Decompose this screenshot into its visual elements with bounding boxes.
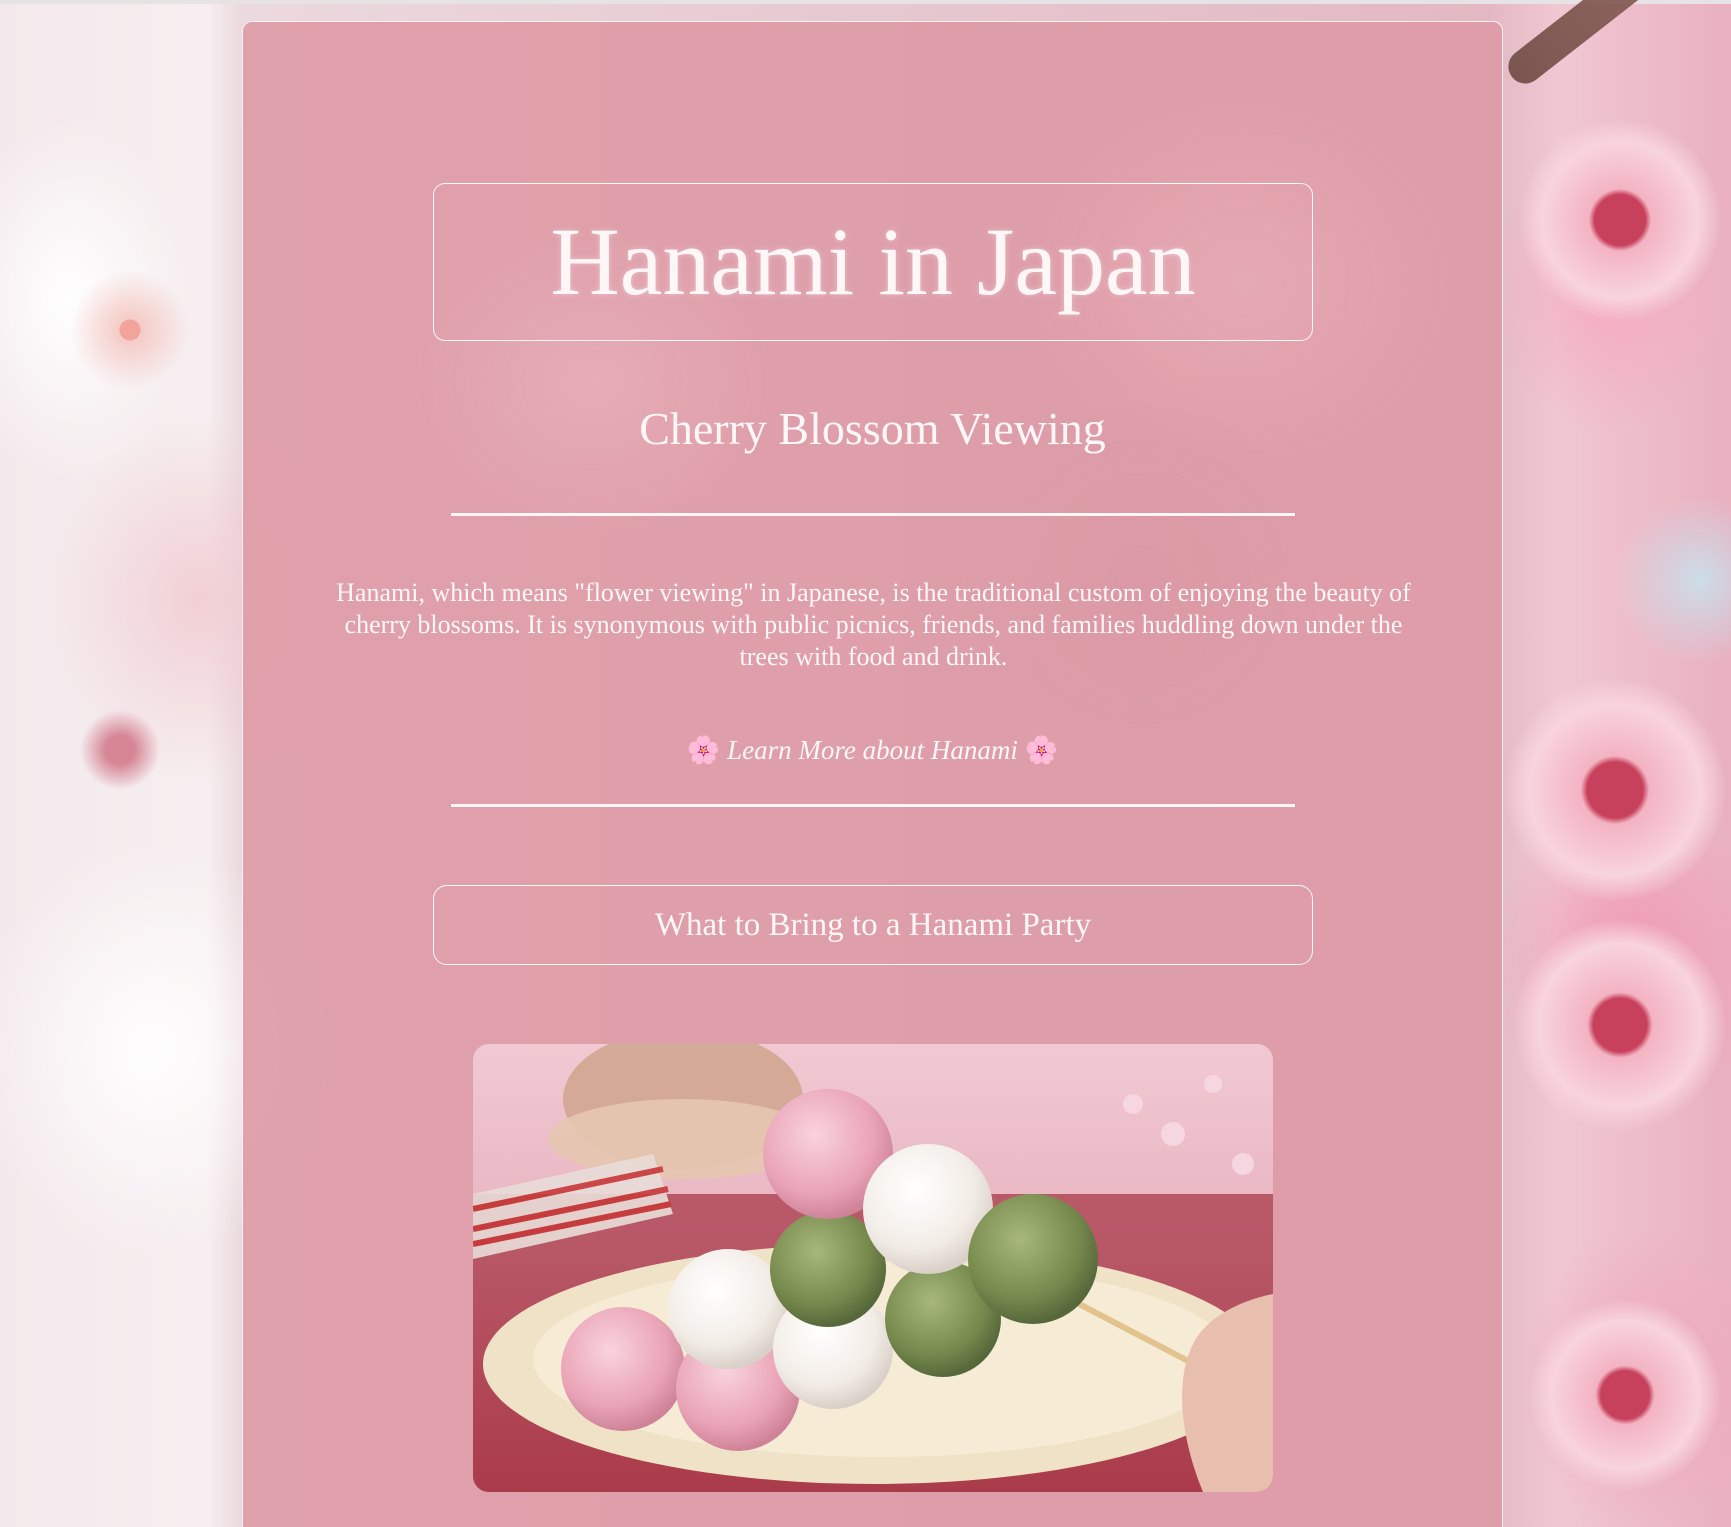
dango-illustration (473, 1044, 1273, 1492)
background-blossom (1530, 1300, 1720, 1490)
page-subtitle: Cherry Blossom Viewing (639, 403, 1106, 454)
hanami-party-button[interactable]: What to Bring to a Hanami Party (433, 885, 1313, 965)
divider-bottom (451, 804, 1295, 807)
background-blossom (1520, 120, 1720, 320)
dango-photo (473, 1044, 1273, 1492)
background-blossom (1505, 680, 1725, 900)
window-top-edge (0, 0, 1731, 4)
cherry-blossom-icon: 🌸 (686, 735, 721, 765)
cherry-blossom-icon: 🌸 (1024, 735, 1059, 765)
intro-paragraph: Hanami, which means "flower viewing" in … (336, 578, 1411, 671)
learn-more-label: Learn More about Hanami (727, 735, 1018, 765)
cherry-branch-decoration (1501, 0, 1696, 91)
divider-top (451, 513, 1295, 516)
page: { "page": { "title": "Hanami in Japan", … (0, 0, 1731, 1527)
content-card: Hanami in Japan Cherry Blossom Viewing H… (242, 21, 1503, 1527)
page-title: Hanami in Japan (550, 208, 1196, 315)
background-blossom (1515, 920, 1725, 1130)
title-frame: Hanami in Japan (433, 183, 1313, 341)
learn-more-link[interactable]: 🌸 Learn More about Hanami 🌸 (243, 730, 1502, 770)
